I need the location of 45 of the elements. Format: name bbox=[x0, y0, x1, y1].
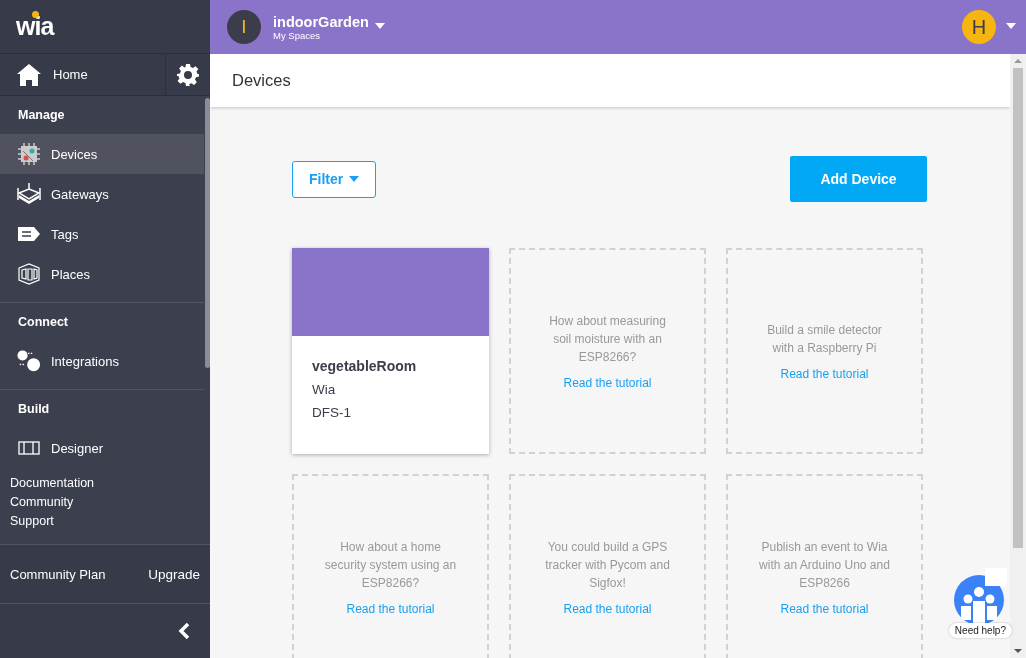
gateway-icon bbox=[17, 183, 41, 205]
caret-icon[interactable] bbox=[1006, 23, 1016, 29]
caret-icon bbox=[349, 176, 360, 182]
wia-logo[interactable]: wia bbox=[16, 12, 54, 40]
scrollbar-thumb[interactable] bbox=[205, 98, 210, 368]
space-subtitle: My Spaces bbox=[273, 29, 321, 41]
sidebar-item[interactable]: Places bbox=[0, 254, 204, 294]
scrollbar-thumb[interactable] bbox=[1013, 68, 1023, 548]
tutorial-text: How about a home security system using an ESP8266? bbox=[324, 539, 457, 592]
section-heading: Manage bbox=[17, 107, 66, 124]
tutorial-text: Build a smile detector with a Raspberry Pi bbox=[766, 322, 883, 357]
chevron-left-icon[interactable] bbox=[178, 622, 190, 640]
sidebar-item[interactable]: Gateways bbox=[0, 174, 204, 214]
device-model: DFS-1 bbox=[312, 405, 352, 420]
logo-dot-icon bbox=[32, 11, 39, 18]
section-heading: Connect bbox=[17, 314, 69, 331]
section-heading: Build bbox=[17, 401, 51, 418]
user-avatar[interactable]: H bbox=[962, 10, 996, 44]
sidebar-item[interactable]: Integrations bbox=[0, 341, 204, 381]
tutorial-text: How about measuring soil moisture with an ESP8266? bbox=[548, 313, 667, 366]
device-maker: Wia bbox=[312, 382, 337, 397]
sidebar-link[interactable]: Community bbox=[10, 495, 200, 509]
tag-icon bbox=[18, 227, 40, 241]
plan-name: Community Plan bbox=[10, 566, 106, 582]
page-title: Devices bbox=[210, 54, 1010, 107]
space-avatar[interactable]: I bbox=[227, 10, 261, 44]
upgrade-link[interactable]: Upgrade bbox=[148, 566, 200, 582]
sidebar-link[interactable]: Documentation bbox=[10, 476, 200, 490]
home-icon bbox=[17, 63, 41, 86]
device-name: vegetableRoom bbox=[312, 358, 418, 374]
device-card[interactable]: vegetableRoom Wia DFS-1 bbox=[292, 248, 489, 454]
sidebar-link[interactable]: Support bbox=[10, 514, 200, 528]
chip-icon bbox=[18, 143, 40, 165]
caret-icon[interactable] bbox=[374, 23, 385, 29]
help-widget[interactable]: Need help? bbox=[948, 566, 1012, 638]
sidebar-item[interactable]: Tags bbox=[0, 214, 204, 254]
building-icon bbox=[18, 263, 40, 285]
designer-icon bbox=[18, 441, 40, 455]
sidebar-item[interactable]: Devices bbox=[0, 134, 204, 174]
settings-icon[interactable] bbox=[177, 63, 199, 86]
tutorial-text: You could build a GPS tracker with Pycom and Sigfox! bbox=[544, 539, 671, 592]
sidebar-item[interactable]: Designer bbox=[0, 428, 204, 468]
integrations-icon bbox=[17, 349, 41, 373]
tutorial-text: Publish an event to Wia with an Arduino Uno and ESP8266 bbox=[758, 539, 891, 592]
space-name[interactable]: indoorGarden bbox=[273, 13, 369, 30]
